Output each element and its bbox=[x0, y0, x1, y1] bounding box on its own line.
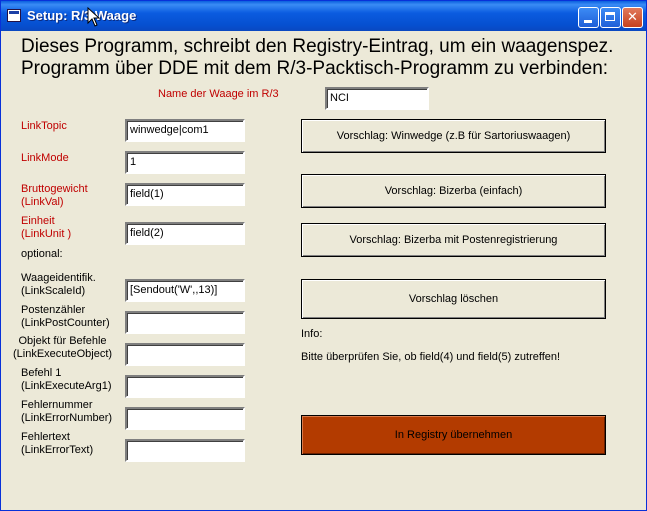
waagenident-label-line2: (LinkScaleId) bbox=[21, 285, 86, 297]
befehl-input[interactable] bbox=[125, 375, 245, 398]
link-topic-label: LinkTopic bbox=[21, 120, 67, 132]
posten-label: Postenzähler (LinkPostCounter) bbox=[21, 304, 110, 330]
scale-name-label: Name der Waage im R/3 bbox=[158, 88, 279, 100]
bizerba-suggestion-button[interactable]: Vorschlag: Bizerba (einfach) bbox=[301, 174, 606, 208]
description-line-1: Dieses Programm, schreibt den Registry-E… bbox=[21, 36, 614, 57]
mouse-cursor-icon bbox=[87, 7, 101, 27]
description-line-2: Programm über DDE mit dem R/3-Packtisch-… bbox=[21, 58, 609, 79]
einheit-label-line2: (LinkUnit ) bbox=[21, 228, 72, 240]
link-mode-label: LinkMode bbox=[21, 152, 69, 164]
delete-suggestion-button[interactable]: Vorschlag löschen bbox=[301, 279, 606, 319]
brutto-label: Bruttogewicht (LinkVal) bbox=[21, 183, 88, 209]
scale-name-input[interactable]: NCI bbox=[325, 87, 429, 110]
fehlernummer-label-line1: Fehlernummer bbox=[21, 399, 93, 411]
fehlertext-label-line2: (LinkErrorText) bbox=[21, 444, 94, 456]
window-title: Setup: R/3 Waage bbox=[27, 8, 137, 23]
bizerba-posten-suggestion-button[interactable]: Vorschlag: Bizerba mit Postenregistrieru… bbox=[301, 223, 606, 257]
close-icon: ✕ bbox=[627, 10, 638, 25]
fehlernummer-label: Fehlernummer (LinkErrorNumber) bbox=[21, 399, 112, 425]
optional-label: optional: bbox=[21, 248, 63, 260]
maximize-button[interactable] bbox=[600, 7, 621, 28]
objekt-input[interactable] bbox=[125, 343, 245, 366]
maximize-icon bbox=[605, 12, 615, 21]
fehlernummer-input[interactable] bbox=[125, 407, 245, 430]
minimize-button[interactable] bbox=[578, 7, 599, 28]
befehl-label-line2: (LinkExecuteArg1) bbox=[21, 380, 112, 392]
waagenident-input[interactable]: [Sendout('W',,13)] bbox=[125, 279, 245, 302]
app-window-icon[interactable] bbox=[7, 9, 21, 22]
link-topic-input[interactable]: winwedge|com1 bbox=[125, 119, 245, 142]
winwedge-suggestion-button[interactable]: Vorschlag: Winwedge (z.B für Sartoriuswa… bbox=[301, 119, 606, 153]
fehlernummer-label-line2: (LinkErrorNumber) bbox=[21, 412, 113, 424]
brutto-label-line2: (LinkVal) bbox=[21, 196, 64, 208]
apply-registry-button[interactable]: In Registry übernehmen bbox=[301, 415, 606, 455]
fehlertext-label-line1: Fehlertext bbox=[21, 431, 70, 443]
brutto-input[interactable]: field(1) bbox=[125, 183, 245, 206]
befehl-label: Befehl 1 (LinkExecuteArg1) bbox=[21, 367, 112, 393]
einheit-label: Einheit (LinkUnit ) bbox=[21, 215, 71, 241]
fehlertext-label: Fehlertext (LinkErrorText) bbox=[21, 431, 93, 457]
posten-input[interactable] bbox=[125, 311, 245, 334]
info-text: Bitte überprüfen Sie, ob field(4) und fi… bbox=[301, 351, 561, 363]
waagenident-label: Waageidentifik. (LinkScaleId) bbox=[21, 272, 96, 298]
einheit-input[interactable]: field(2) bbox=[125, 222, 245, 245]
link-mode-input[interactable]: 1 bbox=[125, 151, 245, 174]
posten-label-line2: (LinkPostCounter) bbox=[21, 317, 110, 329]
setup-window: Setup: R/3 Waage ✕ Dieses Programm, schr… bbox=[0, 0, 647, 511]
befehl-label-line1: Befehl 1 bbox=[21, 367, 62, 379]
fehlertext-input[interactable] bbox=[125, 439, 245, 462]
minimize-icon bbox=[584, 20, 592, 23]
info-label: Info: bbox=[301, 328, 323, 340]
objekt-label-line1: Objekt für Befehle bbox=[18, 335, 107, 347]
posten-label-line1: Postenzähler bbox=[21, 304, 86, 316]
close-button[interactable]: ✕ bbox=[622, 7, 643, 28]
objekt-label-line2: (LinkExecuteObject) bbox=[13, 348, 113, 360]
objekt-label: Objekt für Befehle (LinkExecuteObject) bbox=[13, 335, 112, 361]
brutto-label-line1: Bruttogewicht bbox=[21, 183, 88, 195]
waagenident-label-line1: Waageidentifik. bbox=[21, 272, 96, 284]
einheit-label-line1: Einheit bbox=[21, 215, 55, 227]
